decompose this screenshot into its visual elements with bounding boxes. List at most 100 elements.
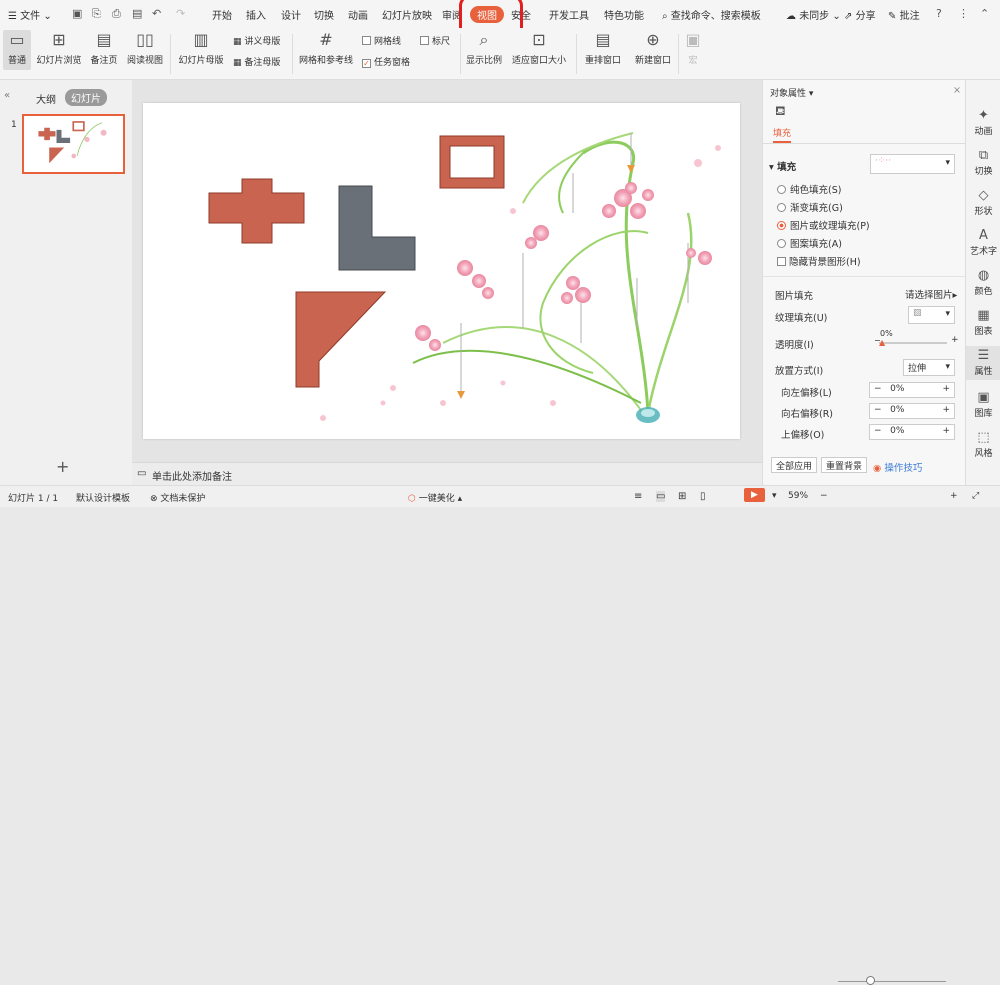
stepper-plus[interactable]: + xyxy=(942,405,950,415)
fill-section-header[interactable]: ▾ 填充 xyxy=(769,159,796,173)
slide-thumbnail[interactable] xyxy=(22,114,125,174)
radio-picture-fill[interactable]: 图片或纹理填充(P) xyxy=(777,218,870,232)
menu-animation[interactable]: 动画 xyxy=(348,7,368,22)
zoom-slider-thumb[interactable] xyxy=(866,976,875,985)
transparency-increase[interactable]: + xyxy=(951,335,959,345)
design-template[interactable]: 默认设计模板 xyxy=(76,491,130,504)
stepper-plus[interactable]: + xyxy=(942,426,950,436)
tab-slides[interactable]: 幻灯片 xyxy=(65,89,107,106)
grid-guides-button[interactable]: # 网格和参考线 xyxy=(298,30,354,66)
preview-icon[interactable]: ▤ xyxy=(132,7,142,20)
placement-dropdown[interactable]: 拉伸 ▾ xyxy=(903,359,955,376)
notes-master-button[interactable]: ▦ 备注母版 xyxy=(233,55,280,68)
hide-bg-checkbox[interactable]: 隐藏背景图形(H) xyxy=(777,254,861,268)
file-menu[interactable]: ☰ 文件 ⌄ xyxy=(8,7,52,22)
normal-view-icon[interactable]: ▭ xyxy=(656,491,666,502)
play-slideshow-button[interactable]: ▶ xyxy=(744,488,765,502)
export-icon[interactable]: ⎘ xyxy=(92,7,101,21)
arrange-window-button[interactable]: ▤ 重排窗口 xyxy=(581,30,625,66)
notes-toggle-icon[interactable]: ≡ xyxy=(634,491,642,502)
zoom-percentage[interactable]: 59% xyxy=(788,491,808,501)
pane-close-icon[interactable]: × xyxy=(953,85,961,96)
stepper-minus[interactable]: − xyxy=(874,384,882,394)
reset-background-button[interactable]: 重置背景 xyxy=(821,457,868,473)
gridlines-checkbox[interactable]: 网格线 xyxy=(362,34,401,47)
radio-pattern-fill[interactable]: 图案填充(A) xyxy=(777,236,842,250)
texture-dropdown[interactable]: ▨ ▾ xyxy=(908,306,955,324)
stepper-plus[interactable]: + xyxy=(942,384,950,394)
l-shape[interactable] xyxy=(338,185,416,271)
half-frame-shape[interactable] xyxy=(295,291,387,388)
rbar-shape[interactable]: ◇ 形状 xyxy=(966,188,1000,217)
comment-button[interactable]: ✎ 批注 xyxy=(888,7,920,22)
tips-link[interactable]: ◉ 操作技巧 xyxy=(873,460,922,474)
slide-canvas[interactable] xyxy=(143,103,740,439)
ruler-checkbox[interactable]: 标尺 xyxy=(420,34,450,47)
beautify-button[interactable]: ⬡ 一键美化 ▴ xyxy=(408,491,462,504)
menu-transition[interactable]: 切换 xyxy=(314,7,334,22)
task-pane-checkbox[interactable]: ✓ 任务窗格 xyxy=(362,55,410,68)
zoom-button[interactable]: ⌕ 显示比例 xyxy=(464,30,504,66)
zoom-out-icon[interactable]: − xyxy=(820,491,828,501)
redo-icon[interactable]: ↷ xyxy=(176,7,185,20)
add-slide-icon[interactable]: + xyxy=(56,457,69,476)
rbar-animation[interactable]: ✦ 动画 xyxy=(966,108,1000,137)
cross-shape[interactable] xyxy=(208,178,305,244)
sorter-view-icon[interactable]: ⊞ xyxy=(678,491,686,502)
save-icon[interactable]: ▣ xyxy=(72,7,82,20)
tab-fill[interactable]: 填充 xyxy=(773,126,792,143)
print-icon[interactable]: ⎙ xyxy=(112,7,121,21)
fit-window-button[interactable]: ⊡ 适应窗口大小 xyxy=(509,30,569,66)
stepper-minus[interactable]: − xyxy=(874,405,882,415)
fit-page-icon[interactable]: ⤢ xyxy=(972,491,979,501)
reading-view-icon[interactable]: ▯ xyxy=(700,491,706,502)
command-search[interactable]: ⌕ 查找命令、搜索模板 xyxy=(662,7,761,22)
menu-developer[interactable]: 开发工具 xyxy=(549,7,589,22)
rbar-wordart[interactable]: A 艺术字 xyxy=(966,228,1000,257)
rbar-chart[interactable]: ▦ 图表 xyxy=(966,308,1000,337)
sync-button[interactable]: ☁ 未同步 ⌄ xyxy=(786,7,841,22)
rbar-properties[interactable]: ☰ 属性 xyxy=(966,346,1000,380)
new-window-button[interactable]: ⊕ 新建窗口 xyxy=(631,30,675,66)
menu-design[interactable]: 设计 xyxy=(281,7,301,22)
radio-gradient-fill[interactable]: 渐变填充(G) xyxy=(777,200,843,214)
handout-master-button[interactable]: ▦ 讲义母版 xyxy=(233,34,280,47)
notes-bar[interactable]: ▭ 单击此处添加备注 xyxy=(132,462,762,485)
collapse-icon[interactable]: ⌃ xyxy=(980,7,989,20)
normal-view-button[interactable]: ▭ 普通 xyxy=(3,30,31,70)
help-icon[interactable]: ? xyxy=(936,7,942,20)
menu-slideshow[interactable]: 幻灯片放映 xyxy=(382,7,432,22)
slide-master-button[interactable]: ▥ 幻灯片母版 xyxy=(176,30,226,66)
macro-button[interactable]: ▣ 宏 xyxy=(682,30,704,66)
slide-browse-button[interactable]: ⊞ 幻灯片浏览 xyxy=(34,30,84,66)
rbar-transition[interactable]: ⧉ 切换 xyxy=(966,148,1000,177)
transparency-slider[interactable] xyxy=(879,342,947,344)
offset-left-stepper[interactable]: − 0% + xyxy=(869,382,955,398)
undo-icon[interactable]: ↶ xyxy=(152,7,161,20)
rbar-gallery[interactable]: ▣ 图库 xyxy=(966,390,1000,419)
radio-solid-fill[interactable]: 纯色填充(S) xyxy=(777,182,841,196)
stepper-minus[interactable]: − xyxy=(874,426,882,436)
cherry-blossom-picture[interactable] xyxy=(320,132,721,423)
pane-title[interactable]: 对象属性 ▾ xyxy=(770,86,813,99)
offset-right-stepper[interactable]: − 0% + xyxy=(869,403,955,419)
zoom-in-icon[interactable]: + xyxy=(950,491,958,501)
offset-top-stepper[interactable]: − 0% + xyxy=(869,424,955,440)
more-icon[interactable]: ⋮ xyxy=(958,7,969,20)
slider-thumb-icon[interactable]: ▲ xyxy=(879,338,885,347)
menu-features[interactable]: 特色功能 xyxy=(604,7,644,22)
apply-all-button[interactable]: 全部应用 xyxy=(771,457,818,473)
menu-start[interactable]: 开始 xyxy=(212,7,232,22)
frame-shape[interactable] xyxy=(439,135,505,189)
notes-page-button[interactable]: ▤ 备注页 xyxy=(88,30,120,66)
pane-collapse-icon[interactable]: « xyxy=(4,90,10,101)
tab-outline[interactable]: 大纲 xyxy=(36,91,56,106)
menu-insert[interactable]: 插入 xyxy=(246,7,266,22)
fill-preview-dropdown[interactable]: ·⁘·· ▾ xyxy=(870,154,955,174)
rbar-color[interactable]: ◍ 颜色 xyxy=(966,268,1000,297)
play-options-icon[interactable]: ▾ xyxy=(772,491,777,501)
zoom-slider[interactable] xyxy=(838,981,946,982)
reading-view-button[interactable]: ▯▯ 阅读视图 xyxy=(124,30,166,66)
protection-status[interactable]: ⊗ 文档未保护 xyxy=(150,491,205,504)
rbar-style[interactable]: ⬚ 风格 xyxy=(966,430,1000,459)
